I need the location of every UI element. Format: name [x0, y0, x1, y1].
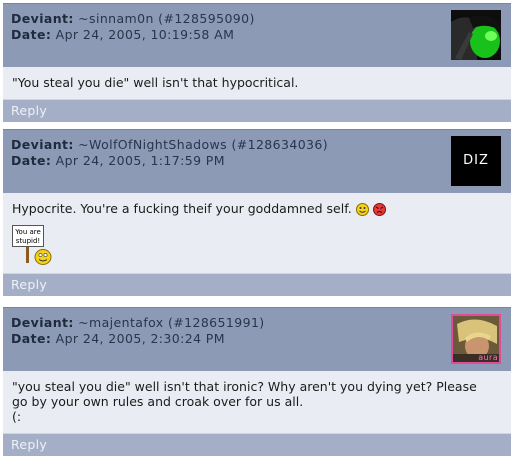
comment-date: Apr 24, 2005, 2:30:24 PM — [55, 331, 225, 346]
comment-meta: Deviant: ~majentafox (#128651991) Date: … — [11, 315, 265, 347]
comment-text-line: "you steal you die" well isn't that iron… — [12, 379, 477, 394]
reply-link[interactable]: Reply — [11, 437, 47, 452]
comment-body: "You steal you die" well isn't that hypo… — [3, 67, 511, 100]
comment-header: Deviant: ~majentafox (#128651991) Date: … — [3, 307, 511, 371]
username-link[interactable]: ~WolfOfNightShadows — [78, 137, 227, 152]
comment: Deviant: ~majentafox (#128651991) Date: … — [3, 307, 511, 456]
comment-header: Deviant: ~WolfOfNightShadows (#128634036… — [3, 129, 511, 193]
deviant-label: Deviant: — [11, 11, 74, 26]
comment-meta: Deviant: ~WolfOfNightShadows (#128634036… — [11, 137, 328, 169]
sign-text-1: You are — [15, 228, 41, 236]
comment-body: "you steal you die" well isn't that iron… — [3, 371, 511, 434]
comment-id: (#128634036) — [231, 137, 329, 152]
smiley-icon — [355, 203, 369, 219]
avatar-text: aura — [478, 353, 498, 362]
comment-id: (#128595090) — [158, 11, 255, 26]
you-are-stupid-smiley-icon: You are stupid! — [12, 225, 56, 265]
reply-link[interactable]: Reply — [11, 103, 47, 118]
comment-id: (#128651991) — [167, 315, 265, 330]
date-label: Date: — [11, 331, 52, 346]
comment: Deviant: ~sinnam0n (#128595090) Date: Ap… — [3, 3, 511, 122]
avatar[interactable]: DIZ — [451, 136, 501, 186]
sign-text-2: stupid! — [15, 237, 41, 245]
reply-bar: Reply — [3, 100, 511, 122]
avatar[interactable]: aura — [451, 314, 501, 364]
comment-text: "You steal you die" well isn't that hypo… — [12, 75, 299, 90]
date-label: Date: — [11, 153, 52, 168]
comment-text-line: (: — [12, 409, 22, 424]
comment-meta: Deviant: ~sinnam0n (#128595090) Date: Ap… — [11, 11, 255, 43]
avatar[interactable] — [451, 10, 501, 60]
reply-bar: Reply — [3, 274, 511, 296]
comment-text-line: go by your own rules and croak over for … — [12, 394, 304, 409]
username-link[interactable]: ~sinnam0n — [78, 11, 154, 26]
deviant-label: Deviant: — [11, 315, 74, 330]
comment-header: Deviant: ~sinnam0n (#128595090) Date: Ap… — [3, 3, 511, 67]
date-label: Date: — [11, 27, 52, 42]
username-link[interactable]: ~majentafox — [78, 315, 163, 330]
reply-bar: Reply — [3, 434, 511, 456]
comment-text: Hypocrite. You're a fucking theif your g… — [12, 201, 352, 216]
comment-date: Apr 24, 2005, 10:19:58 AM — [55, 27, 235, 42]
angry-smiley-icon — [372, 203, 386, 219]
avatar-text: DIZ — [463, 153, 489, 168]
deviant-label: Deviant: — [11, 137, 74, 152]
comment: Deviant: ~WolfOfNightShadows (#128634036… — [3, 129, 511, 296]
comment-date: Apr 24, 2005, 1:17:59 PM — [55, 153, 225, 168]
comment-body: Hypocrite. You're a fucking theif your g… — [3, 193, 511, 274]
reply-link[interactable]: Reply — [11, 277, 47, 292]
